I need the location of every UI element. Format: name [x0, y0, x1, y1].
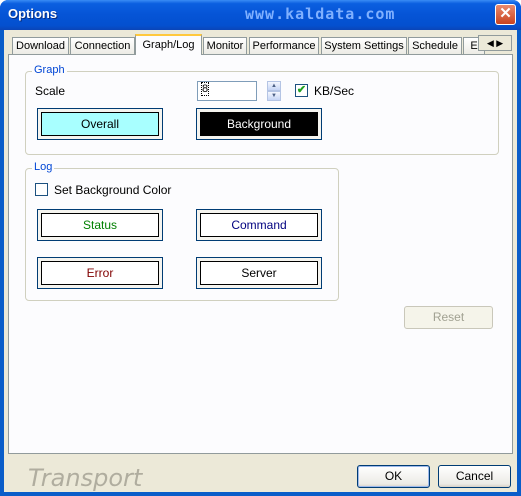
tab-strip: Download Connection Graph/Log Monitor Pe… [4, 30, 517, 56]
log-legend: Log [32, 161, 55, 173]
overall-swatch: Overall [41, 112, 159, 136]
command-color-button[interactable]: Command [196, 209, 322, 241]
watermark: www.kaldata.com [245, 5, 396, 23]
close-icon: ✕ [499, 5, 512, 22]
close-button[interactable]: ✕ [495, 4, 516, 25]
spin-down-icon[interactable]: ▼ [267, 91, 281, 101]
server-swatch: Server [200, 261, 318, 285]
overall-color-button[interactable]: Overall [37, 108, 163, 140]
command-swatch: Command [200, 213, 318, 237]
command-label: Command [231, 218, 287, 232]
options-window: Options www.kaldata.com ✕ Download Conne… [0, 0, 521, 496]
spin-up-icon[interactable]: ▲ [267, 81, 281, 91]
graph-group: Graph Scale 8 ▲ ▼ ✔ KB/Sec Overall Backg… [25, 64, 499, 155]
tab-scroll-arrows[interactable]: ◀ ▶ [478, 35, 512, 51]
set-bg-label: Set Background Color [54, 183, 172, 197]
arrow-left-icon[interactable]: ◀ [487, 38, 494, 48]
tab-download[interactable]: Download [12, 37, 69, 54]
background-swatch: Background [200, 112, 318, 136]
cancel-button[interactable]: Cancel [438, 465, 511, 488]
error-swatch: Error [41, 261, 159, 285]
tab-graph-log[interactable]: Graph/Log [135, 34, 202, 55]
tab-system-settings[interactable]: System Settings [321, 37, 407, 54]
checkmark-icon: ✔ [296, 84, 307, 96]
ok-button[interactable]: OK [357, 465, 430, 488]
graph-log-page: Graph Scale 8 ▲ ▼ ✔ KB/Sec Overall Backg… [8, 54, 513, 454]
overall-label: Overall [80, 117, 119, 131]
tab-monitor[interactable]: Monitor [203, 37, 247, 54]
set-bg-checkbox[interactable] [35, 183, 48, 196]
reset-button[interactable]: Reset [404, 306, 493, 329]
transport-logo: Transport [28, 464, 143, 492]
dialog-client: Download Connection Graph/Log Monitor Pe… [4, 30, 517, 492]
error-label: Error [86, 266, 114, 280]
kbsec-label: KB/Sec [314, 84, 355, 98]
window-title: Options [8, 6, 58, 21]
server-label: Server [241, 266, 277, 280]
status-color-button[interactable]: Status [37, 209, 163, 241]
scale-input[interactable]: 8 [197, 81, 257, 101]
arrow-right-icon[interactable]: ▶ [496, 38, 503, 48]
status-label: Status [82, 218, 118, 232]
tab-connection[interactable]: Connection [70, 37, 135, 54]
title-bar[interactable]: Options www.kaldata.com ✕ [0, 0, 521, 30]
tab-schedule[interactable]: Schedule [408, 37, 462, 54]
server-color-button[interactable]: Server [196, 257, 322, 289]
scale-spinner[interactable]: ▲ ▼ [267, 81, 281, 101]
graph-legend: Graph [32, 64, 67, 76]
error-color-button[interactable]: Error [37, 257, 163, 289]
status-swatch: Status [41, 213, 159, 237]
scale-value: 8 [201, 82, 210, 96]
background-color-button[interactable]: Background [196, 108, 322, 140]
scale-label: Scale [35, 84, 66, 98]
background-label: Background [226, 117, 292, 131]
kbsec-checkbox[interactable]: ✔ [295, 84, 308, 97]
log-group: Log Set Background Color Status Command … [25, 161, 339, 301]
tab-performance[interactable]: Performance [249, 37, 319, 54]
